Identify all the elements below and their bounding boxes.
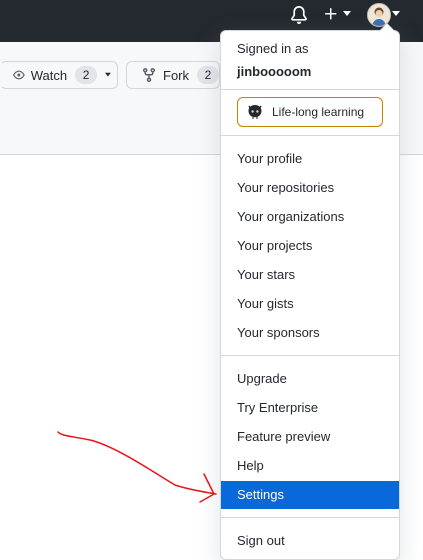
fork-button[interactable]: Fork 2: [126, 61, 220, 89]
signed-in-label: Signed in as: [237, 41, 309, 56]
fork-count: 2: [197, 66, 219, 84]
menu-item-your-projects[interactable]: Your projects: [221, 232, 399, 260]
watch-label: Watch: [30, 67, 68, 83]
menu-item-your-sponsors[interactable]: Your sponsors: [221, 319, 399, 347]
menu-item-feature-preview[interactable]: Feature preview: [221, 423, 399, 451]
status-text: Life-long learning: [272, 105, 365, 119]
watch-count: 2: [75, 66, 98, 84]
menu-divider: [221, 517, 399, 518]
bell-icon[interactable]: [290, 6, 308, 24]
menu-item-settings[interactable]: Settings: [221, 481, 399, 509]
menu-item-upgrade[interactable]: Upgrade: [221, 365, 399, 393]
menu-pointer-fill: [380, 24, 394, 31]
username: jinbooooom: [237, 64, 312, 79]
menu-divider: [221, 135, 399, 136]
menu-divider: [221, 355, 399, 356]
chevron-down-icon[interactable]: [343, 11, 351, 17]
menu-item-your-organizations[interactable]: Your organizations: [221, 203, 399, 231]
menu-item-your-stars[interactable]: Your stars: [221, 261, 399, 289]
menu-item-your-profile[interactable]: Your profile: [221, 145, 399, 173]
menu-item-your-gists[interactable]: Your gists: [221, 290, 399, 318]
repo-forked-icon: [143, 68, 155, 83]
set-status-button[interactable]: Life-long learning: [237, 97, 383, 127]
fork-label: Fork: [163, 67, 189, 83]
plus-icon[interactable]: [323, 5, 339, 23]
chevron-down-icon: [105, 72, 111, 77]
user-dropdown-menu: Signed in as jinbooooom Life-long learni…: [220, 23, 400, 560]
eye-icon: [13, 70, 25, 80]
chevron-down-icon[interactable]: [392, 11, 400, 17]
octocat-icon: [248, 105, 262, 119]
watch-button[interactable]: Watch 2: [0, 61, 118, 89]
menu-item-your-repositories[interactable]: Your repositories: [221, 174, 399, 202]
menu-divider: [221, 89, 399, 90]
menu-item-try-enterprise[interactable]: Try Enterprise: [221, 394, 399, 422]
menu-item-help[interactable]: Help: [221, 452, 399, 480]
